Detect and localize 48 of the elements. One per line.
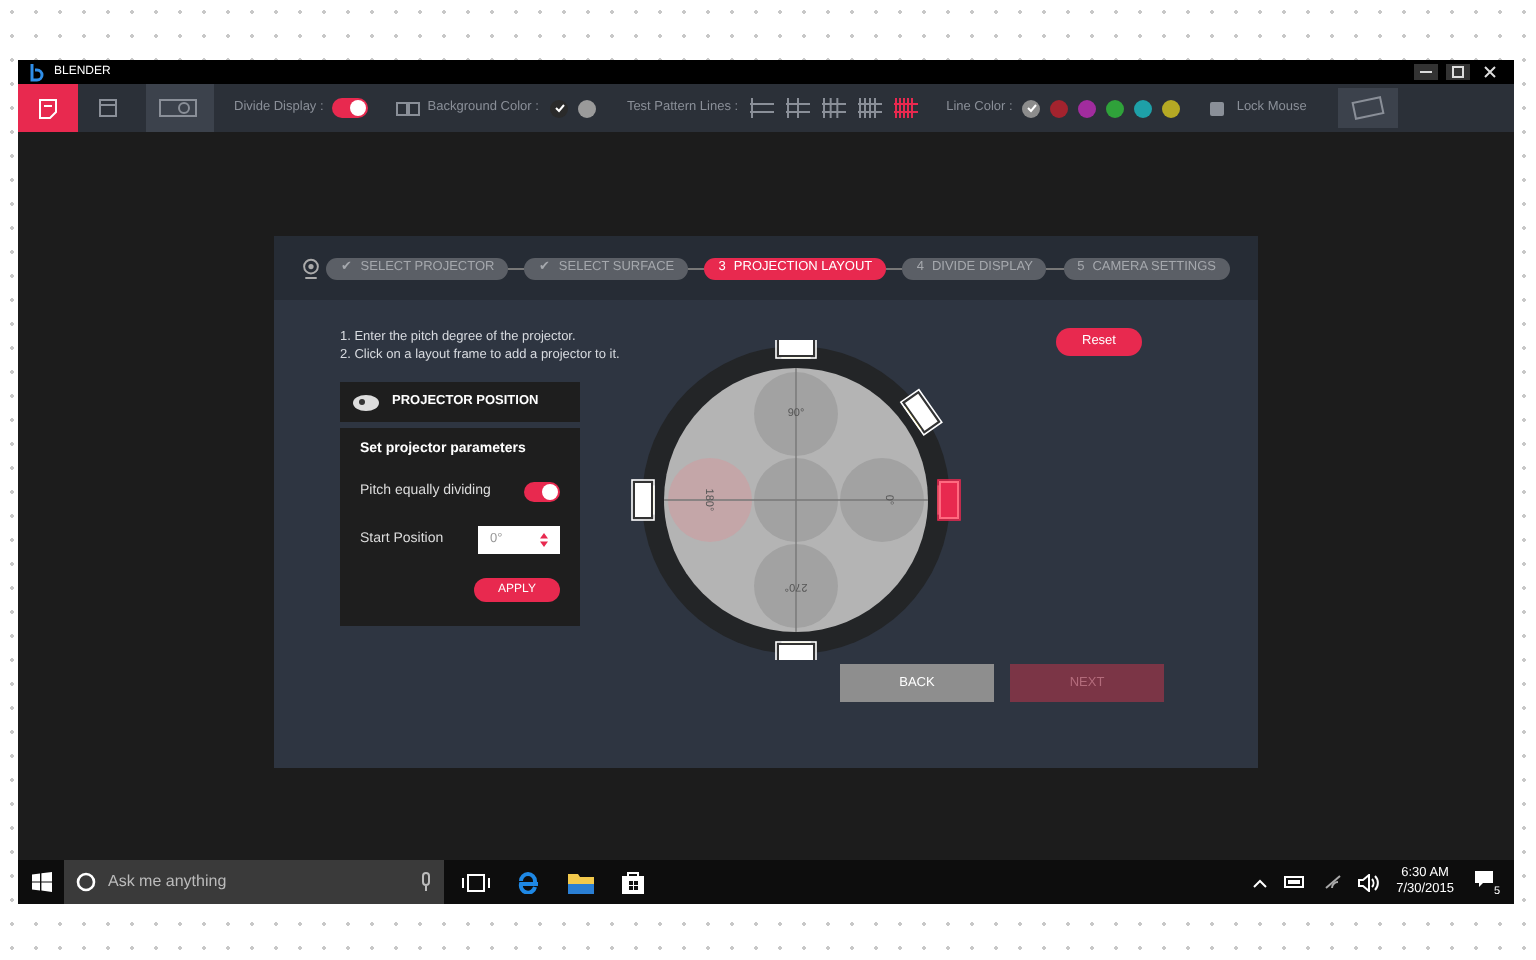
line-color-swatch[interactable] [1022,99,1041,117]
webcam-icon [302,255,320,281]
close-icon[interactable] [1478,64,1502,80]
pitch-toggle[interactable] [524,481,560,502]
microphone-icon [420,872,432,892]
mode-button[interactable] [146,84,214,132]
mode-button[interactable] [18,84,78,132]
divide-display-toggle[interactable] [331,98,368,118]
lock-mouse-checkbox[interactable] [1210,101,1225,115]
minimize-icon[interactable] [1414,64,1438,80]
chevron-up-icon[interactable] [1252,877,1269,887]
maximize-icon[interactable] [1446,64,1470,80]
projector-frame[interactable] [775,340,817,359]
projector-frame[interactable] [775,641,817,660]
volume-icon[interactable] [1358,873,1381,891]
line-color-swatch[interactable] [1078,99,1097,117]
browser-e-icon[interactable] [516,870,540,894]
task-view-icon[interactable] [462,873,490,891]
line-color-swatch[interactable] [1050,99,1069,117]
grid-pattern-icon[interactable] [822,96,847,120]
grid-pattern-icon[interactable] [750,96,775,120]
wifi-icon[interactable] [1324,874,1343,890]
logo-icon [30,63,46,81]
search-field[interactable]: Ask me anything [64,860,444,904]
projector-frame[interactable] [899,388,943,437]
background-color-swatch[interactable] [550,99,569,117]
tilted-screen-button[interactable] [1338,88,1399,128]
grid-pattern-icon[interactable] [894,96,919,120]
document-icon [38,97,58,119]
projector-eye-icon [158,96,202,120]
battery-icon[interactable] [1284,876,1307,888]
background-color-swatch[interactable] [578,99,597,117]
notification-icon [1474,870,1494,888]
screen-icon [98,98,118,118]
dual-screen-icon [395,101,420,115]
grid-pattern-icon[interactable] [786,96,811,120]
line-color-swatch[interactable] [1162,99,1181,117]
grid-pattern-icon[interactable] [858,96,883,120]
line-color-swatch[interactable] [1106,99,1125,117]
tilted-screen-icon [1348,96,1389,120]
projector-frame[interactable] [631,479,655,521]
cortana-circle-icon [76,872,96,892]
store-bag-icon[interactable] [622,870,644,894]
projector-icon [352,393,380,411]
windows-start-icon[interactable] [31,872,51,892]
spinner-arrows-icon [540,532,548,548]
line-color-swatch[interactable] [1134,99,1153,117]
folder-icon[interactable] [568,871,594,893]
